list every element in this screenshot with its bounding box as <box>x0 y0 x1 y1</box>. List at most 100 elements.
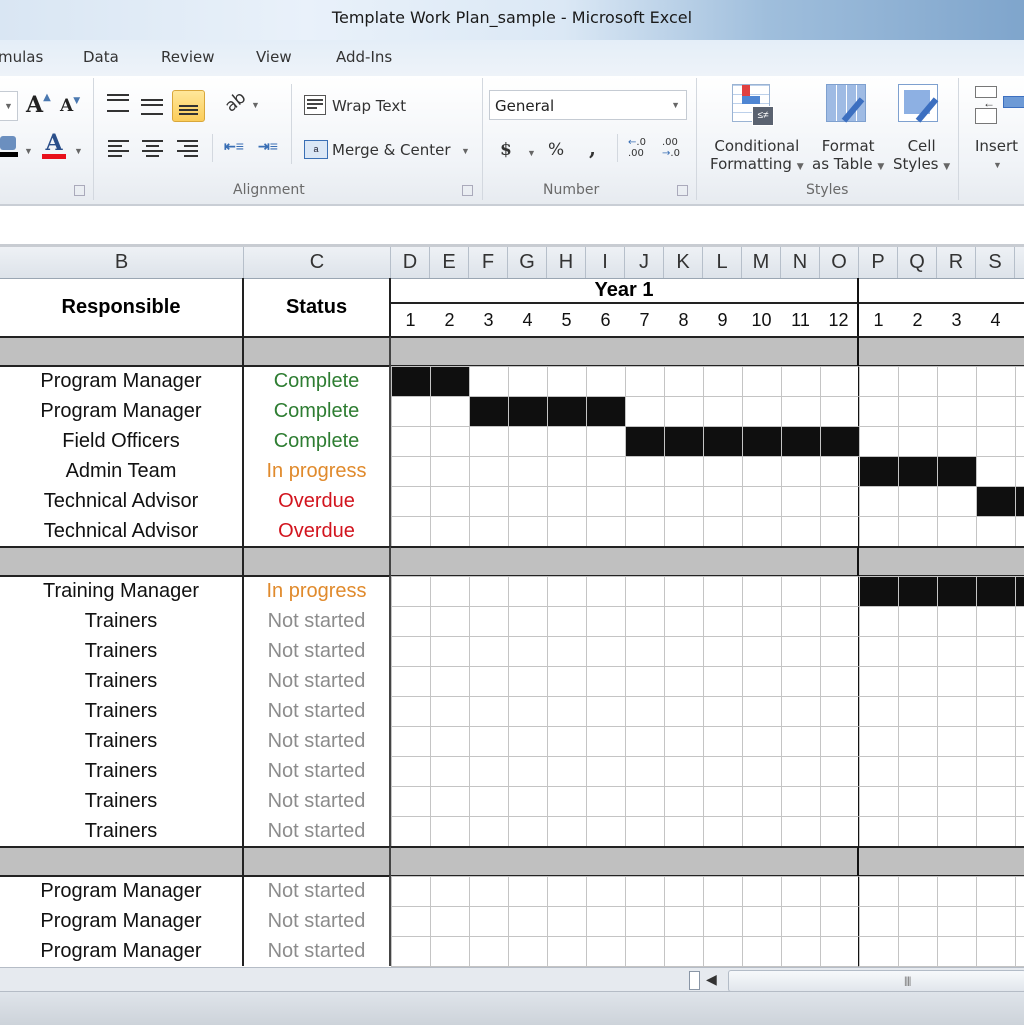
gantt-cell[interactable] <box>547 636 587 667</box>
column-header-m[interactable]: M <box>742 247 781 278</box>
section-header-row[interactable] <box>391 336 859 367</box>
gantt-cell[interactable] <box>859 516 899 547</box>
gantt-cell[interactable] <box>508 456 548 487</box>
gantt-cell[interactable] <box>469 876 509 907</box>
increase-decimal-button[interactable]: ←.0.00 <box>628 137 654 159</box>
gantt-cell[interactable] <box>781 606 821 637</box>
gantt-cell[interactable] <box>859 366 899 397</box>
column-header-f[interactable]: F <box>469 247 508 278</box>
gantt-cell[interactable] <box>820 756 860 787</box>
gantt-cell[interactable] <box>820 396 860 427</box>
font-color-icon[interactable]: A <box>42 132 66 160</box>
decrease-indent-icon[interactable]: ⇤≡ <box>224 138 244 155</box>
responsible-cell[interactable]: Program Manager <box>0 936 244 966</box>
gantt-cell[interactable] <box>937 726 977 757</box>
gantt-cell[interactable] <box>1015 456 1024 487</box>
gantt-cell[interactable] <box>937 936 977 967</box>
gantt-cell[interactable] <box>586 816 626 847</box>
font-dialog-launcher-icon[interactable] <box>74 185 85 196</box>
gantt-cell[interactable] <box>586 696 626 727</box>
gantt-cell[interactable] <box>625 576 665 607</box>
column-header-k[interactable]: K <box>664 247 703 278</box>
gantt-cell[interactable] <box>1015 396 1024 427</box>
gantt-cell[interactable] <box>625 606 665 637</box>
gantt-cell[interactable] <box>976 426 1016 457</box>
gantt-cell[interactable] <box>742 366 782 397</box>
align-middle-icon[interactable] <box>141 99 163 115</box>
gantt-cell[interactable] <box>469 816 509 847</box>
gantt-cell[interactable] <box>703 636 743 667</box>
gantt-cell[interactable] <box>781 366 821 397</box>
gantt-cell[interactable] <box>1015 786 1024 817</box>
gantt-cell[interactable] <box>430 666 470 697</box>
gantt-cell[interactable] <box>508 696 548 727</box>
column-header-i[interactable]: I <box>586 247 625 278</box>
responsible-cell[interactable]: Program Manager <box>0 366 244 396</box>
gantt-cell[interactable] <box>469 456 509 487</box>
gantt-cell-filled[interactable] <box>859 456 899 487</box>
gantt-cell[interactable] <box>547 366 587 397</box>
gantt-cell[interactable] <box>469 366 509 397</box>
gantt-cell[interactable] <box>976 936 1016 967</box>
gantt-cell[interactable] <box>1015 726 1024 757</box>
gantt-cell-filled[interactable] <box>625 426 665 457</box>
fill-color-icon[interactable] <box>0 134 18 158</box>
gantt-cell[interactable] <box>742 486 782 517</box>
gantt-cell[interactable] <box>664 876 704 907</box>
gantt-cell[interactable] <box>781 786 821 817</box>
gantt-cell[interactable] <box>820 366 860 397</box>
gantt-cell-filled[interactable] <box>664 426 704 457</box>
gantt-cell[interactable] <box>469 606 509 637</box>
column-header-o[interactable]: O <box>820 247 859 278</box>
gantt-cell[interactable] <box>547 456 587 487</box>
gantt-cell[interactable] <box>898 726 938 757</box>
merge-center-button[interactable]: Merge & Center <box>332 141 451 159</box>
gantt-cell[interactable] <box>1015 636 1024 667</box>
gantt-cell[interactable] <box>898 816 938 847</box>
status-cell[interactable]: Overdue <box>244 516 391 546</box>
gantt-cell[interactable] <box>898 696 938 727</box>
gantt-cell[interactable] <box>976 606 1016 637</box>
responsible-cell[interactable]: Trainers <box>0 636 244 666</box>
gantt-cell[interactable] <box>586 936 626 967</box>
responsible-cell[interactable]: Trainers <box>0 606 244 636</box>
gantt-cell[interactable] <box>664 816 704 847</box>
gantt-cell[interactable] <box>976 906 1016 937</box>
gantt-cell[interactable] <box>664 666 704 697</box>
gantt-cell[interactable] <box>742 576 782 607</box>
status-cell[interactable]: Not started <box>244 696 391 726</box>
gantt-cell[interactable] <box>625 786 665 817</box>
gantt-cell-filled[interactable] <box>937 576 977 607</box>
gantt-cell[interactable] <box>508 576 548 607</box>
section-header-row[interactable] <box>0 336 244 367</box>
status-cell[interactable]: Complete <box>244 426 391 456</box>
responsible-cell[interactable]: Technical Advisor <box>0 516 244 546</box>
gantt-cell[interactable] <box>625 726 665 757</box>
number-format-select[interactable]: General ▼ <box>489 90 687 120</box>
section-header-row[interactable] <box>0 546 244 577</box>
status-cell[interactable]: Not started <box>244 816 391 846</box>
responsible-cell[interactable]: Trainers <box>0 756 244 786</box>
gantt-cell[interactable] <box>508 636 548 667</box>
gantt-cell[interactable] <box>586 906 626 937</box>
gantt-cell[interactable] <box>664 936 704 967</box>
gantt-cell[interactable] <box>430 516 470 547</box>
align-bottom-button[interactable] <box>172 90 205 122</box>
align-center-icon[interactable] <box>142 140 163 158</box>
gantt-cell[interactable] <box>391 396 431 427</box>
gantt-cell[interactable] <box>937 816 977 847</box>
gantt-cell[interactable] <box>625 696 665 727</box>
gantt-cell[interactable] <box>820 456 860 487</box>
gantt-cell[interactable] <box>586 426 626 457</box>
gantt-cell[interactable] <box>781 696 821 727</box>
format-as-table-button[interactable]: Format as Table ▼ <box>812 137 884 173</box>
gantt-cell[interactable] <box>391 696 431 727</box>
gantt-cell[interactable] <box>898 786 938 817</box>
font-color-dropdown[interactable]: ▼ <box>74 146 83 156</box>
gantt-cell[interactable] <box>781 576 821 607</box>
responsible-cell[interactable]: Trainers <box>0 726 244 756</box>
gantt-cell[interactable] <box>742 756 782 787</box>
gantt-cell[interactable] <box>703 396 743 427</box>
gantt-cell[interactable] <box>820 936 860 967</box>
merge-center-dropdown[interactable]: ▼ <box>461 146 470 156</box>
